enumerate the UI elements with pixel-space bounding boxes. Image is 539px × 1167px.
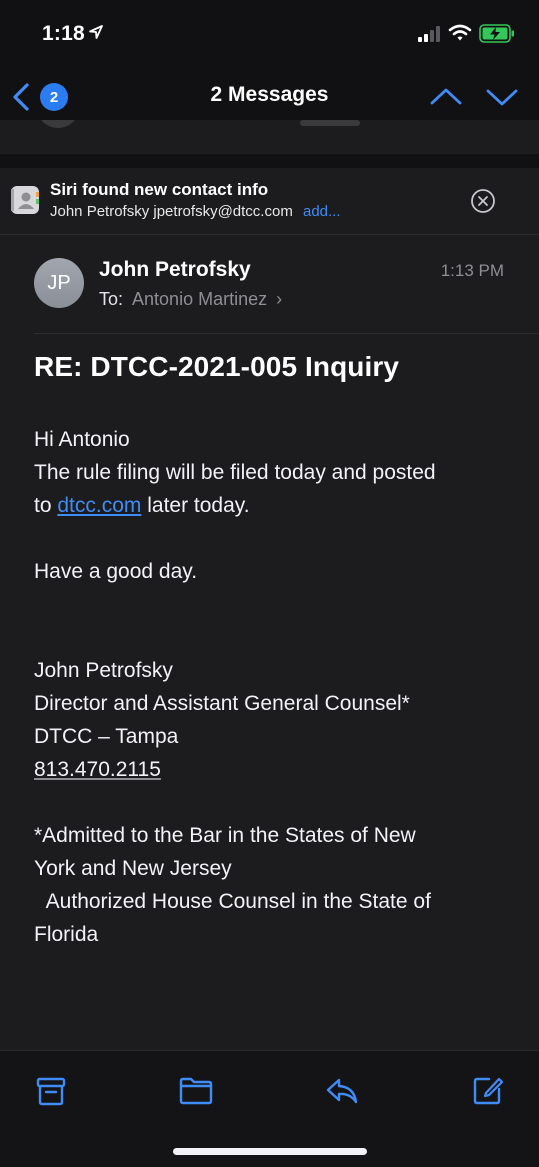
archive-icon[interactable]: [33, 1073, 69, 1107]
battery-charging-icon: [479, 24, 514, 43]
wifi-icon: [448, 24, 472, 41]
disclaimer-line: Authorized House Counsel in the State of: [34, 890, 431, 913]
chevron-down-icon[interactable]: [484, 80, 520, 114]
signal-icon: [418, 26, 440, 42]
siri-add-link[interactable]: add...: [303, 203, 341, 220]
body-text-fragment: later today.: [141, 494, 250, 517]
close-icon[interactable]: [470, 188, 496, 214]
to-label: To:: [99, 289, 124, 309]
chevron-right-icon[interactable]: ›: [276, 289, 282, 309]
signature-title: Director and Assistant General Counsel*: [34, 692, 410, 715]
previous-avatar: [38, 120, 78, 128]
sent-time: 1:13 PM: [440, 261, 504, 280]
card-gap: [0, 154, 539, 168]
status-time: 1:18: [42, 22, 85, 45]
home-indicator[interactable]: [173, 1148, 367, 1155]
greeting: Hi Antonio: [34, 428, 130, 451]
nav-bar: 2 2 Messages: [0, 66, 539, 128]
location-arrow-icon: [89, 25, 103, 39]
message-subject: RE: DTCC-2021-005 Inquiry: [34, 351, 400, 382]
reply-icon[interactable]: [324, 1073, 360, 1107]
disclaimer-line: *Admitted to the Bar in the States of Ne…: [34, 824, 416, 847]
folder-icon[interactable]: [178, 1073, 214, 1107]
message-body: Hi Antonio The rule filing will be filed…: [34, 423, 514, 951]
message-card: Siri found new contact info John Petrofs…: [0, 168, 539, 1050]
siri-title: Siri found new contact info: [50, 180, 269, 199]
disclaimer-line: Florida: [34, 923, 99, 946]
previous-preview: [300, 120, 360, 126]
sender-name[interactable]: John Petrofsky: [99, 258, 251, 282]
bottom-toolbar: [0, 1050, 539, 1167]
siri-suggestion-banner[interactable]: Siri found new contact info John Petrofs…: [0, 168, 539, 234]
siri-contact-info: John Petrofsky jpetrofsky@dtcc.com add..…: [50, 203, 341, 220]
signature-name: John Petrofsky: [34, 659, 173, 682]
status-bar: 1:18: [0, 0, 539, 66]
compose-icon[interactable]: [470, 1073, 506, 1107]
chevron-up-icon[interactable]: [428, 80, 464, 114]
divider: [34, 333, 539, 334]
siri-contact-text: John Petrofsky jpetrofsky@dtcc.com: [50, 203, 293, 220]
body-line: to dtcc.com later today.: [34, 489, 514, 522]
closing: Have a good day.: [34, 560, 198, 583]
divider: [0, 234, 539, 235]
signature-phone-link[interactable]: 813.470.2115: [34, 758, 161, 781]
signature-org: DTCC – Tampa: [34, 725, 179, 748]
body-text-fragment: to: [34, 494, 58, 517]
sender-avatar[interactable]: JP: [34, 258, 84, 308]
dtcc-link[interactable]: dtcc.com: [57, 494, 141, 517]
recipient-name[interactable]: Antonio Martinez: [132, 289, 267, 309]
recipient-line[interactable]: To: Antonio Martinez ›: [99, 289, 282, 310]
disclaimer-line: York and New Jersey: [34, 857, 232, 880]
contacts-app-icon: [11, 186, 39, 214]
body-line: The rule filing will be filed today and …: [34, 461, 436, 484]
previous-message-card[interactable]: [0, 120, 539, 154]
